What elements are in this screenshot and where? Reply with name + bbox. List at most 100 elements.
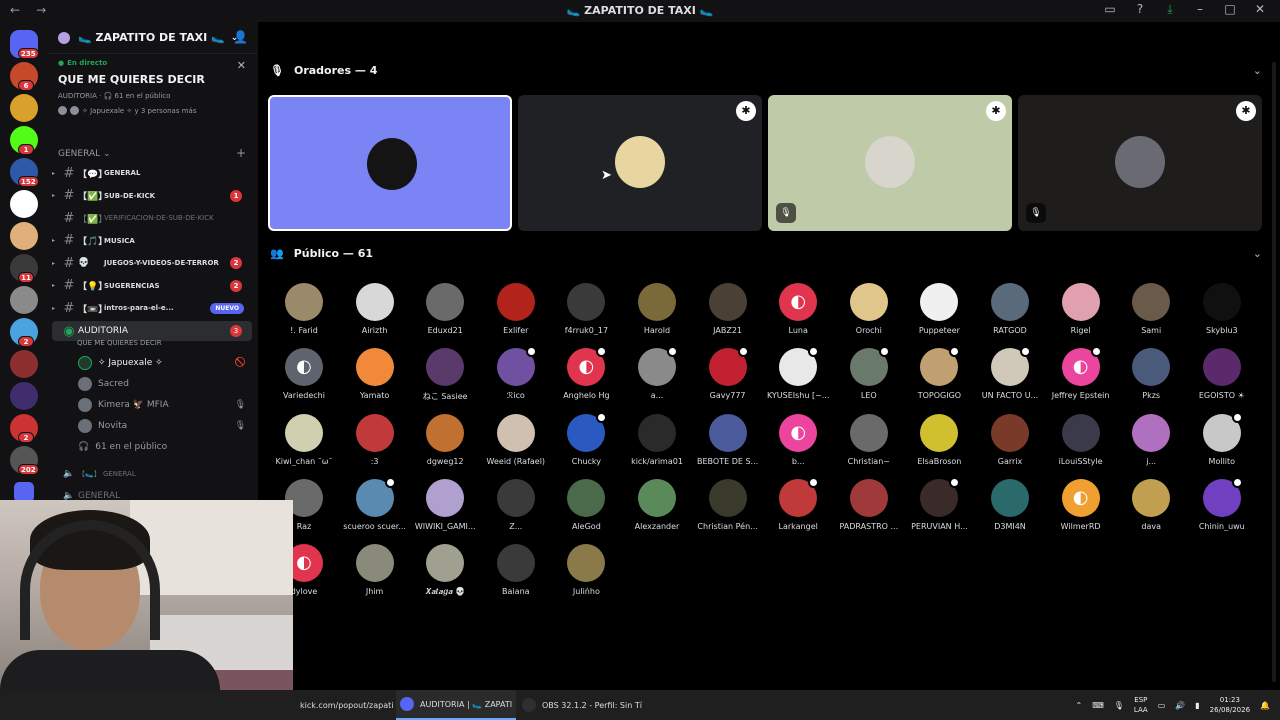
audience-member[interactable]: dgweg12 <box>410 413 480 476</box>
audience-member[interactable]: Kiwi_chan ˘ω˘ <box>269 413 339 476</box>
audience-member[interactable]: Harold <box>622 283 692 345</box>
audience-member[interactable]: Sami <box>1116 283 1186 345</box>
audience-member[interactable]: dava <box>1116 478 1186 541</box>
stage-member[interactable]: ✧ Japuexale ✧ 🚫 <box>78 353 258 373</box>
audience-member[interactable]: Yamato <box>340 348 410 410</box>
guild-header[interactable]: 🥿 ZAPATITO DE TAXI 🥿 ⌄ 👤 <box>48 22 258 54</box>
taskbar-item[interactable]: kick.com/popout/zapati <box>296 690 398 720</box>
help-icon[interactable]: ? <box>1132 2 1148 17</box>
channel-general[interactable]: ▸ # 【💬】 GENERAL <box>52 163 252 183</box>
audience-member[interactable]: ElsaBroson <box>904 413 974 476</box>
audience-member[interactable]: Mollito <box>1187 411 1257 476</box>
audience-member[interactable]: scueroo scuer... <box>340 476 410 541</box>
speaker-tile[interactable]: ✱ 🎙 <box>1018 95 1262 231</box>
channel-sugerencias[interactable]: ▸ # 【💡】 SUGERENCIAS 2 <box>52 276 252 296</box>
server-icon[interactable] <box>10 190 38 218</box>
chevron-down-icon[interactable]: ⌄ <box>1253 64 1262 77</box>
audience-member[interactable]: a... <box>622 346 692 410</box>
language-indicator[interactable]: ESP LAA <box>1134 695 1148 715</box>
scrollbar[interactable] <box>1272 62 1276 682</box>
channel-sub-de-kick[interactable]: ▸ # 【✅】 SUB-DE-KICK 1 <box>52 186 252 206</box>
server-icon[interactable] <box>10 94 38 122</box>
speaker-tile[interactable]: ✱ 🎙 <box>768 95 1012 231</box>
live-stage-card[interactable]: En directo QUE ME QUIERES DECIR AUDITORI… <box>48 55 258 125</box>
audience-member[interactable]: Exlifer <box>481 283 551 345</box>
taskbar-item[interactable]: AUDITORIA | 🥿 ZAPATI <box>396 690 517 720</box>
audience-member[interactable]: ◐ Anghelo Hg <box>551 346 621 410</box>
keyboard-icon[interactable]: ⌨ <box>1092 701 1104 710</box>
audience-member[interactable]: Pkzs <box>1116 348 1186 410</box>
notification-icon[interactable]: 🔔 <box>1260 701 1270 710</box>
network-icon[interactable]: ▭ <box>1158 701 1166 710</box>
audience-member[interactable]: Orochi <box>834 283 904 345</box>
chevron-up-icon[interactable]: ⌃ <box>1075 701 1082 710</box>
audience-member[interactable]: LEO <box>834 346 904 410</box>
server-folder-icon[interactable] <box>14 482 34 502</box>
audience-member[interactable]: ◐ Variedechi <box>269 348 339 410</box>
audience-member[interactable]: Jhim <box>340 544 410 606</box>
audience-member[interactable]: Julińho <box>551 544 621 606</box>
audience-member[interactable]: Rigel <box>1046 283 1116 345</box>
audience-member[interactable]: BEBOTE DE S... <box>693 413 763 476</box>
taskbar-item[interactable]: OBS 32.1.2 - Perfil: Sin Tí <box>518 690 646 720</box>
voice-channel[interactable]: 🔈 【🥿】 GENERAL <box>52 464 252 484</box>
audience-member[interactable]: Chucky <box>551 411 621 476</box>
stage-member[interactable]: Sacred <box>78 374 258 394</box>
speaker-tile[interactable] <box>268 95 512 231</box>
audience-member[interactable]: Puppeteer <box>904 283 974 345</box>
server-icon[interactable] <box>10 286 38 314</box>
audience-member[interactable]: Baiana <box>481 544 551 606</box>
microphone-icon[interactable]: 🎙 <box>1114 701 1124 710</box>
audience-member[interactable]: Z... <box>481 478 551 541</box>
audience-member[interactable]: D3MI4N <box>975 478 1045 541</box>
server-icon[interactable] <box>10 382 38 410</box>
audience-member[interactable]: ◐ WilmerRD <box>1046 478 1116 541</box>
audience-member[interactable]: EGOISTO ☀ <box>1187 348 1257 410</box>
stage-member[interactable]: 🎧 61 en el público <box>78 437 258 457</box>
audience-member[interactable]: KYUSEIshu [~... <box>763 346 833 410</box>
channel-musica[interactable]: ▸ # 【🎵】 MUSICA <box>52 231 252 251</box>
audience-member[interactable]: TOPOGIGO <box>904 346 974 410</box>
audience-member[interactable]: Weeid (Rafael) <box>481 413 551 476</box>
audience-member[interactable]: ねこ Sasiee <box>410 348 480 410</box>
add-channel-icon[interactable]: + <box>236 146 246 160</box>
volume-icon[interactable]: 🔊 <box>1175 701 1185 710</box>
category-general[interactable]: GENERAL ⌄ <box>58 149 111 159</box>
close-icon[interactable]: ✕ <box>237 59 246 72</box>
audience-member[interactable]: Alexzander <box>622 478 692 541</box>
clock[interactable]: 01:23 26/08/2026 <box>1210 695 1250 715</box>
invite-people-icon[interactable]: 👤 <box>233 30 248 44</box>
audience-member[interactable]: iLouiSStyle <box>1046 413 1116 476</box>
stage-member[interactable]: Kimera 🦅 MFIA 🎙 <box>78 395 258 415</box>
audience-member[interactable]: AleGod <box>551 478 621 541</box>
speakers-header[interactable]: 🎙 Oradores — 4 <box>270 64 377 77</box>
audience-member[interactable]: ◐ Jeffrey Epstein <box>1046 346 1116 410</box>
stage-member[interactable]: Novita 🎙 <box>78 416 258 436</box>
audience-member[interactable]: JABZ21 <box>693 283 763 345</box>
audience-member[interactable]: j... <box>1116 413 1186 476</box>
audience-member[interactable]: Larkangel <box>763 476 833 541</box>
stage-channel-auditoria[interactable]: ◉ AUDITORIA 3 <box>52 321 252 341</box>
battery-icon[interactable]: ▮ <box>1195 701 1199 710</box>
inbox-icon[interactable]: ▭ <box>1102 2 1118 17</box>
audience-member[interactable]: PADRASTRO ... <box>834 478 904 541</box>
speaker-tile[interactable]: ✱ <box>518 95 762 231</box>
audience-member[interactable]: Skyblu3 <box>1187 283 1257 345</box>
audience-member[interactable]: ℛico <box>481 346 551 410</box>
audience-member[interactable]: Garrix <box>975 413 1045 476</box>
server-icon[interactable] <box>10 350 38 378</box>
audience-member[interactable]: WIWIKI_GAMI... <box>410 478 480 541</box>
download-icon[interactable]: ⤓ <box>1162 2 1178 17</box>
audience-member[interactable]: ◐ b... <box>763 413 833 476</box>
minimize-icon[interactable]: – <box>1192 2 1208 17</box>
audience-member[interactable]: f4rruk0_17 <box>551 283 621 345</box>
channel-juegos-y-videos-de-terror[interactable]: ▸ # 💀 JUEGOS-Y-VIDEOS-DE-TERROR 2 <box>52 253 252 273</box>
audience-header[interactable]: 👥 Público — 61 <box>270 247 373 260</box>
audience-member[interactable]: Eduxd21 <box>410 283 480 345</box>
audience-member[interactable]: 𝑿𝒂𝒕𝒂𝒈𝒂 💀 <box>410 544 480 606</box>
audience-member[interactable]: Christian Pén... <box>693 478 763 541</box>
server-icon[interactable] <box>10 222 38 250</box>
maximize-icon[interactable]: □ <box>1222 2 1238 17</box>
audience-member[interactable]: Airizth <box>340 283 410 345</box>
channel-intros-para-el-e-[interactable]: ▸ # 【📼】 intros-para-el-e... NUEVO <box>52 298 252 318</box>
